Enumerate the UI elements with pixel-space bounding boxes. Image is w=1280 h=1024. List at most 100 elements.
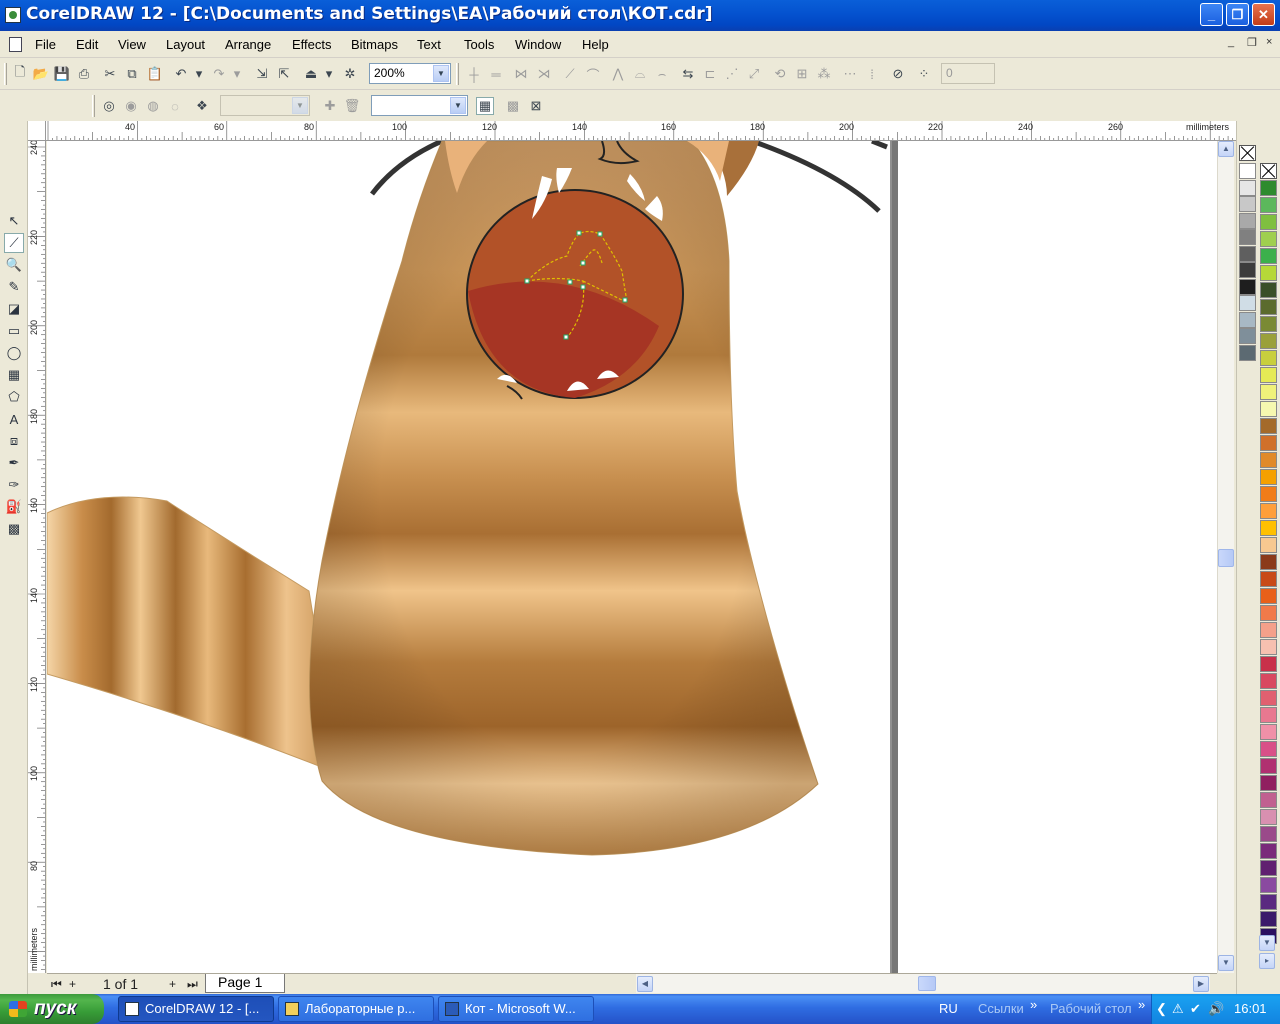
taskbar-button-word[interactable]: Кот - Microsoft W... (438, 996, 594, 1022)
toolbar-grip[interactable] (4, 63, 7, 85)
eyedropper-icon[interactable]: ✒ (4, 453, 24, 473)
color-swatch[interactable] (1260, 741, 1277, 757)
clock[interactable]: 16:01 (1234, 1001, 1267, 1016)
contour-icon[interactable]: ◉ (122, 97, 140, 115)
envelope-icon[interactable]: ◌ (166, 97, 184, 115)
color-swatch[interactable] (1239, 212, 1256, 229)
color-swatch[interactable] (1260, 911, 1277, 927)
color-swatch[interactable] (1260, 537, 1277, 553)
menu-window[interactable]: Window (515, 37, 561, 52)
right-whisker[interactable] (751, 141, 881, 213)
scroll-up-button[interactable]: ▲ (1218, 141, 1234, 157)
color-swatch[interactable] (1239, 295, 1256, 311)
ellipse-tool-icon[interactable]: ◯ (4, 343, 24, 363)
cusp-node-icon[interactable]: ⋀ (609, 65, 627, 83)
color-swatch[interactable] (1260, 384, 1277, 400)
last-page-button[interactable]: ⏭ (187, 977, 198, 992)
doc-minimize-button[interactable]: _ (1228, 36, 1234, 48)
color-swatch[interactable] (1260, 520, 1277, 536)
color-swatch[interactable] (1260, 605, 1277, 621)
color-swatch[interactable] (1260, 639, 1277, 655)
rectangle-tool-icon[interactable]: ▭ (4, 321, 24, 341)
horizontal-scrollbar[interactable]: ◀ ▶ (636, 974, 1210, 993)
desktop-chevron[interactable]: » (1138, 997, 1145, 1012)
color-swatch[interactable] (1260, 452, 1277, 468)
menu-effects[interactable]: Effects (292, 37, 332, 52)
zoom-levels-combo[interactable]: 200% ▼ (369, 63, 451, 84)
add-preset-icon[interactable]: ✚ (321, 97, 339, 115)
no-fill-swatch[interactable] (1239, 145, 1256, 161)
color-swatch[interactable] (1260, 486, 1277, 502)
redo-dropdown-icon[interactable]: ▾ (228, 65, 246, 83)
curve-node[interactable] (563, 334, 569, 340)
chevron-down-icon[interactable]: ▼ (433, 65, 449, 82)
outline-tool-icon[interactable]: ✑ (4, 475, 24, 495)
interactive-blend-icon[interactable]: ⧈ (4, 431, 24, 451)
preset-icon[interactable]: ❖ (193, 97, 211, 115)
smooth-node-icon[interactable]: ⌓ (631, 65, 649, 83)
color-swatch[interactable] (1260, 469, 1277, 485)
color-swatch[interactable] (1239, 163, 1256, 179)
color-swatch[interactable] (1260, 503, 1277, 519)
right-whisker-tip[interactable] (871, 141, 888, 150)
color-swatch[interactable] (1260, 214, 1277, 230)
delete-node-icon[interactable]: ═ (487, 65, 505, 83)
color-swatch[interactable] (1260, 775, 1277, 791)
doc-restore-button[interactable]: ❐ (1247, 36, 1257, 49)
save-icon[interactable]: 💾 (53, 65, 71, 83)
corel-online-icon[interactable]: ✲ (341, 65, 359, 83)
graph-paper-icon[interactable]: ▦ (4, 365, 24, 385)
color-swatch[interactable] (1260, 622, 1277, 638)
color-swatch[interactable] (1260, 401, 1277, 417)
network-icon[interactable]: ⚠ (1172, 1001, 1184, 1017)
horizontal-scroll-thumb[interactable] (918, 976, 936, 991)
color-swatch[interactable] (1239, 179, 1256, 196)
links-toolbar[interactable]: Ссылки (978, 1001, 1024, 1016)
application-launcher-icon[interactable]: ⏏ (302, 65, 320, 83)
add-node-icon[interactable]: ┼ (465, 65, 483, 83)
break-curve-icon[interactable]: ⋊ (535, 65, 553, 83)
color-swatch[interactable] (1260, 707, 1277, 723)
color-swatch[interactable] (1260, 690, 1277, 706)
horizontal-ruler[interactable]: 40 60 80 100 120 140 160 180 200 220 240… (46, 121, 1236, 141)
color-swatch[interactable] (1260, 673, 1277, 689)
language-indicator[interactable]: RU (939, 1001, 958, 1016)
freehand-tool-icon[interactable]: ✎ (4, 277, 24, 297)
redo-icon[interactable]: ↷ (210, 65, 228, 83)
effect-combo[interactable]: ▼ (371, 95, 468, 116)
delete-preset-icon[interactable]: 🗑 (343, 97, 361, 115)
document-icon[interactable] (9, 37, 22, 52)
basic-shapes-icon[interactable]: ⬠ (4, 387, 24, 407)
curve-node[interactable] (576, 230, 582, 236)
first-page-button[interactable]: ⏮ (51, 977, 62, 992)
volume-icon[interactable]: 🔊 (1208, 1001, 1224, 1017)
extend-curve-icon[interactable]: ⊏ (701, 65, 719, 83)
color-swatch[interactable] (1260, 826, 1277, 842)
launcher-dropdown-icon[interactable]: ▾ (320, 65, 338, 83)
color-swatch[interactable] (1260, 877, 1277, 893)
zoom-tool-icon[interactable]: 🔍 (4, 255, 24, 275)
title-bar[interactable]: CorelDRAW 12 - [C:\Documents and Setting… (0, 0, 1280, 31)
auto-close-icon[interactable]: ⊘ (889, 65, 907, 83)
shape-tool-icon[interactable]: ⟋ (4, 233, 24, 253)
color-swatch[interactable] (1260, 265, 1277, 281)
color-swatch[interactable] (1260, 180, 1277, 196)
select-all-nodes-icon[interactable]: ⋯ (841, 65, 859, 83)
text-tool-icon[interactable]: A (4, 409, 24, 429)
to-line-icon[interactable]: ⟋ (561, 65, 579, 83)
new-document-icon[interactable]: 🗋 (11, 64, 29, 83)
color-swatch[interactable] (1260, 894, 1277, 910)
palette-scroll-down-button[interactable]: ▼ (1259, 935, 1275, 951)
smart-fill-icon[interactable]: ◪ (4, 299, 24, 319)
color-swatch[interactable] (1260, 282, 1277, 298)
color-swatch[interactable] (1239, 311, 1256, 328)
curve-smoothness-field[interactable]: 0 (941, 63, 995, 84)
tray-expand-icon[interactable]: ❮ (1156, 1001, 1167, 1017)
distortion-icon[interactable]: ◍ (144, 97, 162, 115)
color-swatch[interactable] (1239, 229, 1256, 245)
curve-node[interactable] (580, 260, 586, 266)
curve-smoothness-icon[interactable]: ⁘ (915, 65, 933, 83)
color-swatch[interactable] (1260, 248, 1277, 264)
color-swatch[interactable] (1260, 197, 1277, 213)
open-icon[interactable]: 📂 (32, 65, 50, 83)
